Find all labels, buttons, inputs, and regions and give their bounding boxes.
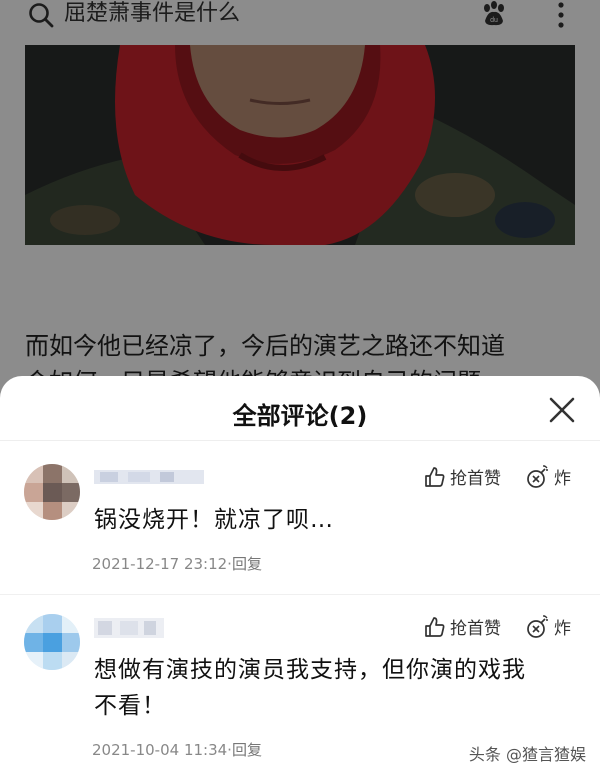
comment-meta: 2021-12-17 23:12·回复: [92, 553, 262, 574]
reply-button[interactable]: 回复: [232, 741, 262, 759]
like-label: 抢首赞: [450, 619, 501, 639]
thumbs-up-icon: [425, 616, 445, 637]
like-button[interactable]: 抢首赞: [424, 614, 501, 639]
bomb-label: 炸: [554, 619, 571, 639]
thumbs-up-icon: [425, 466, 445, 487]
bomb-button[interactable]: 炸: [526, 614, 571, 639]
comment-text: 想做有演技的演员我支持，但你演的戏我 不看！: [94, 652, 574, 724]
comment-meta: 2021-10-04 11:34·回复: [92, 739, 262, 760]
close-icon[interactable]: [545, 393, 579, 427]
username-blurred[interactable]: [94, 466, 204, 488]
bomb-label: 炸: [554, 469, 571, 489]
watermark: 头条 @猹言猹娱: [468, 745, 586, 764]
bomb-icon: [527, 614, 548, 638]
comment-text-line1: 想做有演技的演员我支持，但你演的戏我: [94, 657, 526, 683]
avatar[interactable]: [24, 464, 80, 520]
comments-sheet: 全部评论(2) 抢首赞 炸 锅没烧开！就凉了呗… 2021-12-17 23:1…: [0, 376, 600, 779]
bomb-icon: [527, 464, 548, 488]
comment-timestamp: 2021-10-04 11:34: [92, 741, 228, 759]
comment-timestamp: 2021-12-17 23:12: [92, 555, 228, 573]
comments-title: 全部评论(2): [232, 402, 368, 430]
avatar[interactable]: [24, 614, 80, 670]
divider: [0, 594, 600, 595]
username-blurred[interactable]: [94, 616, 164, 638]
divider: [0, 440, 600, 441]
comment-text: 锅没烧开！就凉了呗…: [94, 507, 334, 533]
like-button[interactable]: 抢首赞: [424, 464, 501, 489]
reply-button[interactable]: 回复: [232, 555, 262, 573]
like-label: 抢首赞: [450, 469, 501, 489]
comment-text-line2: 不看！: [94, 693, 166, 719]
bomb-button[interactable]: 炸: [526, 464, 571, 489]
